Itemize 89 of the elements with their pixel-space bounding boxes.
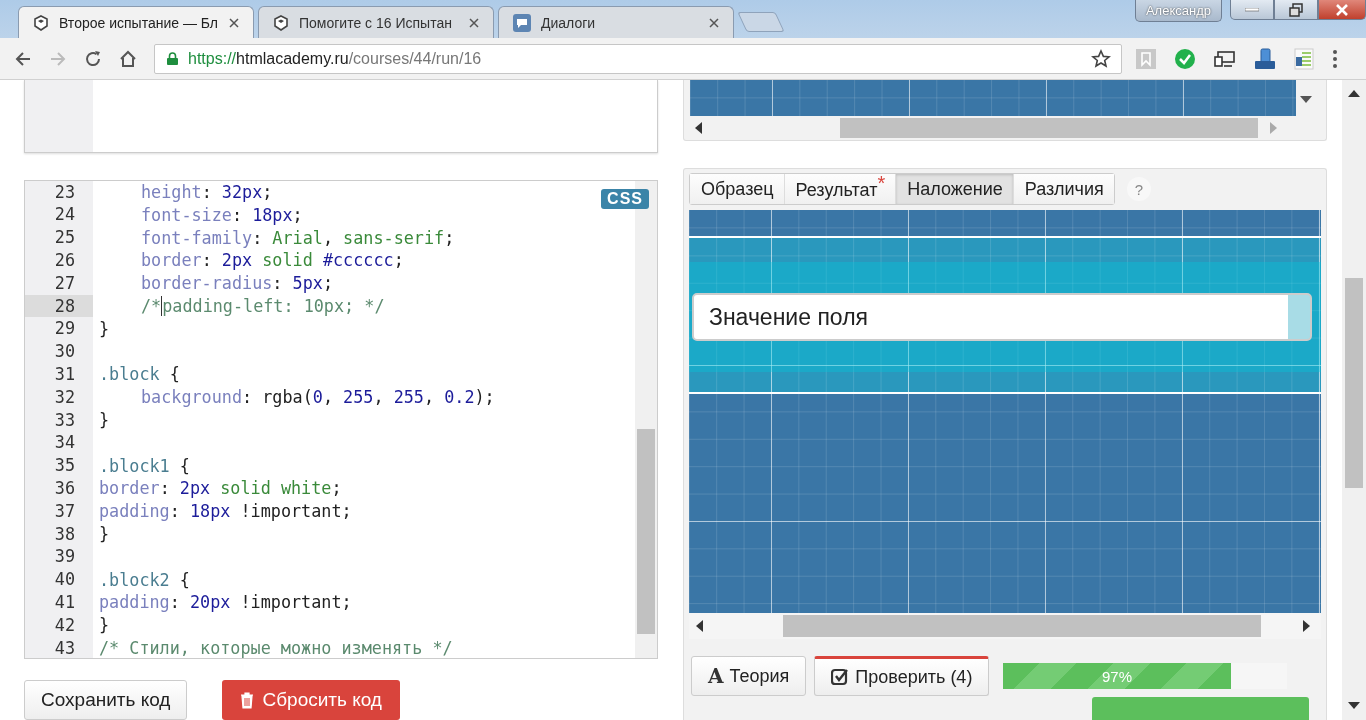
line-number: 41 xyxy=(53,590,76,614)
code-line: } xyxy=(98,409,110,430)
code-line: /*padding-left: 10px; */ xyxy=(140,296,385,316)
shield-icon xyxy=(33,14,49,31)
reload-icon[interactable] xyxy=(84,49,102,68)
close-icon[interactable] xyxy=(709,17,719,28)
trash-icon xyxy=(240,691,255,709)
line-number: 40 xyxy=(53,568,76,591)
browser-tab[interactable]: Помогите с 16 Испытан xyxy=(258,6,494,38)
code-line: .block { xyxy=(98,364,180,385)
close-icon[interactable] xyxy=(469,17,479,28)
check-icon[interactable] xyxy=(1174,47,1196,70)
down-arrow-icon[interactable] xyxy=(1348,702,1360,710)
maximize-button[interactable] xyxy=(1274,0,1318,20)
close-icon[interactable] xyxy=(229,17,239,28)
line-number: 23 xyxy=(53,180,76,204)
scroll-thumb[interactable] xyxy=(840,118,1258,138)
line-number: 24 xyxy=(53,203,76,227)
line-number: 34 xyxy=(53,431,76,455)
code-line: padding: 18px !important; xyxy=(98,501,352,522)
scroll-thumb[interactable] xyxy=(783,615,1261,637)
up-arrow-icon[interactable] xyxy=(1348,90,1360,98)
line-number: 26 xyxy=(53,249,76,272)
code-line: /* Стили, которые можно изменять */ xyxy=(98,637,453,658)
code-line: border: 2px solid white; xyxy=(98,478,342,499)
back-icon[interactable] xyxy=(14,49,32,68)
url-text: https://htmlacademy.ru/courses/44/run/16 xyxy=(188,49,483,68)
reset-button[interactable]: Сбросить код xyxy=(222,680,400,720)
shield-icon xyxy=(273,14,289,31)
close-window-button[interactable] xyxy=(1318,0,1366,20)
restore-icon xyxy=(1289,2,1303,17)
minimize-button[interactable] xyxy=(1230,0,1274,20)
menu-icon[interactable] xyxy=(1332,48,1338,69)
browser-tab[interactable]: Диалоги xyxy=(498,6,734,38)
save-button[interactable]: Сохранить код xyxy=(24,680,188,720)
line-number: 29 xyxy=(53,317,76,341)
check-button[interactable]: Проверить (4) xyxy=(814,656,990,696)
line-number: 36 xyxy=(53,476,76,500)
document-icon[interactable] xyxy=(1294,47,1314,70)
devices-icon[interactable] xyxy=(1214,48,1236,69)
theory-button[interactable]: A Теория xyxy=(691,656,807,696)
address-bar[interactable]: https://htmlacademy.ru/courses/44/run/16 xyxy=(154,43,1122,74)
code-line: padding: 20px !important; xyxy=(98,592,352,613)
line-number: 25 xyxy=(53,226,76,249)
line-number: 27 xyxy=(53,271,76,295)
progress-fill: 97% xyxy=(1003,663,1231,689)
line-number: 38 xyxy=(53,522,76,546)
line-number: 39 xyxy=(53,545,76,569)
chat-icon xyxy=(513,13,531,32)
line-number: 43 xyxy=(53,636,76,658)
view-tab[interactable]: Образец xyxy=(690,174,785,204)
code-line: height: 32px; xyxy=(140,182,273,202)
code-line: .block1 { xyxy=(98,455,190,476)
right-arrow-icon[interactable] xyxy=(1303,620,1311,632)
line-number: 28 xyxy=(25,294,93,318)
code-line: font-family: Arial, sans-serif; xyxy=(140,227,455,248)
view-tab[interactable]: Различия xyxy=(1013,174,1114,204)
down-arrow-icon[interactable] xyxy=(1300,96,1312,104)
scroll-thumb[interactable] xyxy=(1345,278,1363,488)
star-icon[interactable] xyxy=(1091,48,1111,69)
phone-icon[interactable] xyxy=(1254,47,1276,70)
home-icon[interactable] xyxy=(119,49,137,68)
close-icon xyxy=(1335,3,1349,16)
minimize-icon xyxy=(1245,7,1259,12)
view-tab[interactable]: Наложение xyxy=(896,174,1014,204)
code-line: border-radius: 5px; xyxy=(140,273,333,294)
line-number: 42 xyxy=(53,613,76,637)
line-number: 32 xyxy=(53,385,76,409)
left-arrow-icon[interactable] xyxy=(694,122,702,134)
code-line: font-size: 18px; xyxy=(140,204,303,225)
line-number: 31 xyxy=(53,363,76,386)
lock-icon xyxy=(167,52,178,65)
code-line: } xyxy=(98,615,110,636)
browser-tab[interactable]: Второе испытание — Бл xyxy=(18,6,254,38)
scroll-thumb[interactable] xyxy=(637,429,655,634)
language-badge: CSS xyxy=(601,188,649,209)
code-line: border: 2px solid #cccccc; xyxy=(140,250,404,271)
line-number: 35 xyxy=(53,454,76,477)
line-number: 30 xyxy=(53,340,76,363)
input-field[interactable]: Значение поля xyxy=(692,293,1312,341)
code-line: } xyxy=(98,523,110,544)
code-line: } xyxy=(98,318,110,339)
left-arrow-icon[interactable] xyxy=(695,620,703,632)
code-line: background: rgba(0, 255, 255, 0.2); xyxy=(140,387,495,408)
code-line: .block2 { xyxy=(98,569,190,590)
checkbox-icon xyxy=(831,668,850,686)
line-number: 33 xyxy=(53,408,76,432)
line-number: 37 xyxy=(53,499,76,523)
page-scrollbar[interactable] xyxy=(1342,80,1366,720)
